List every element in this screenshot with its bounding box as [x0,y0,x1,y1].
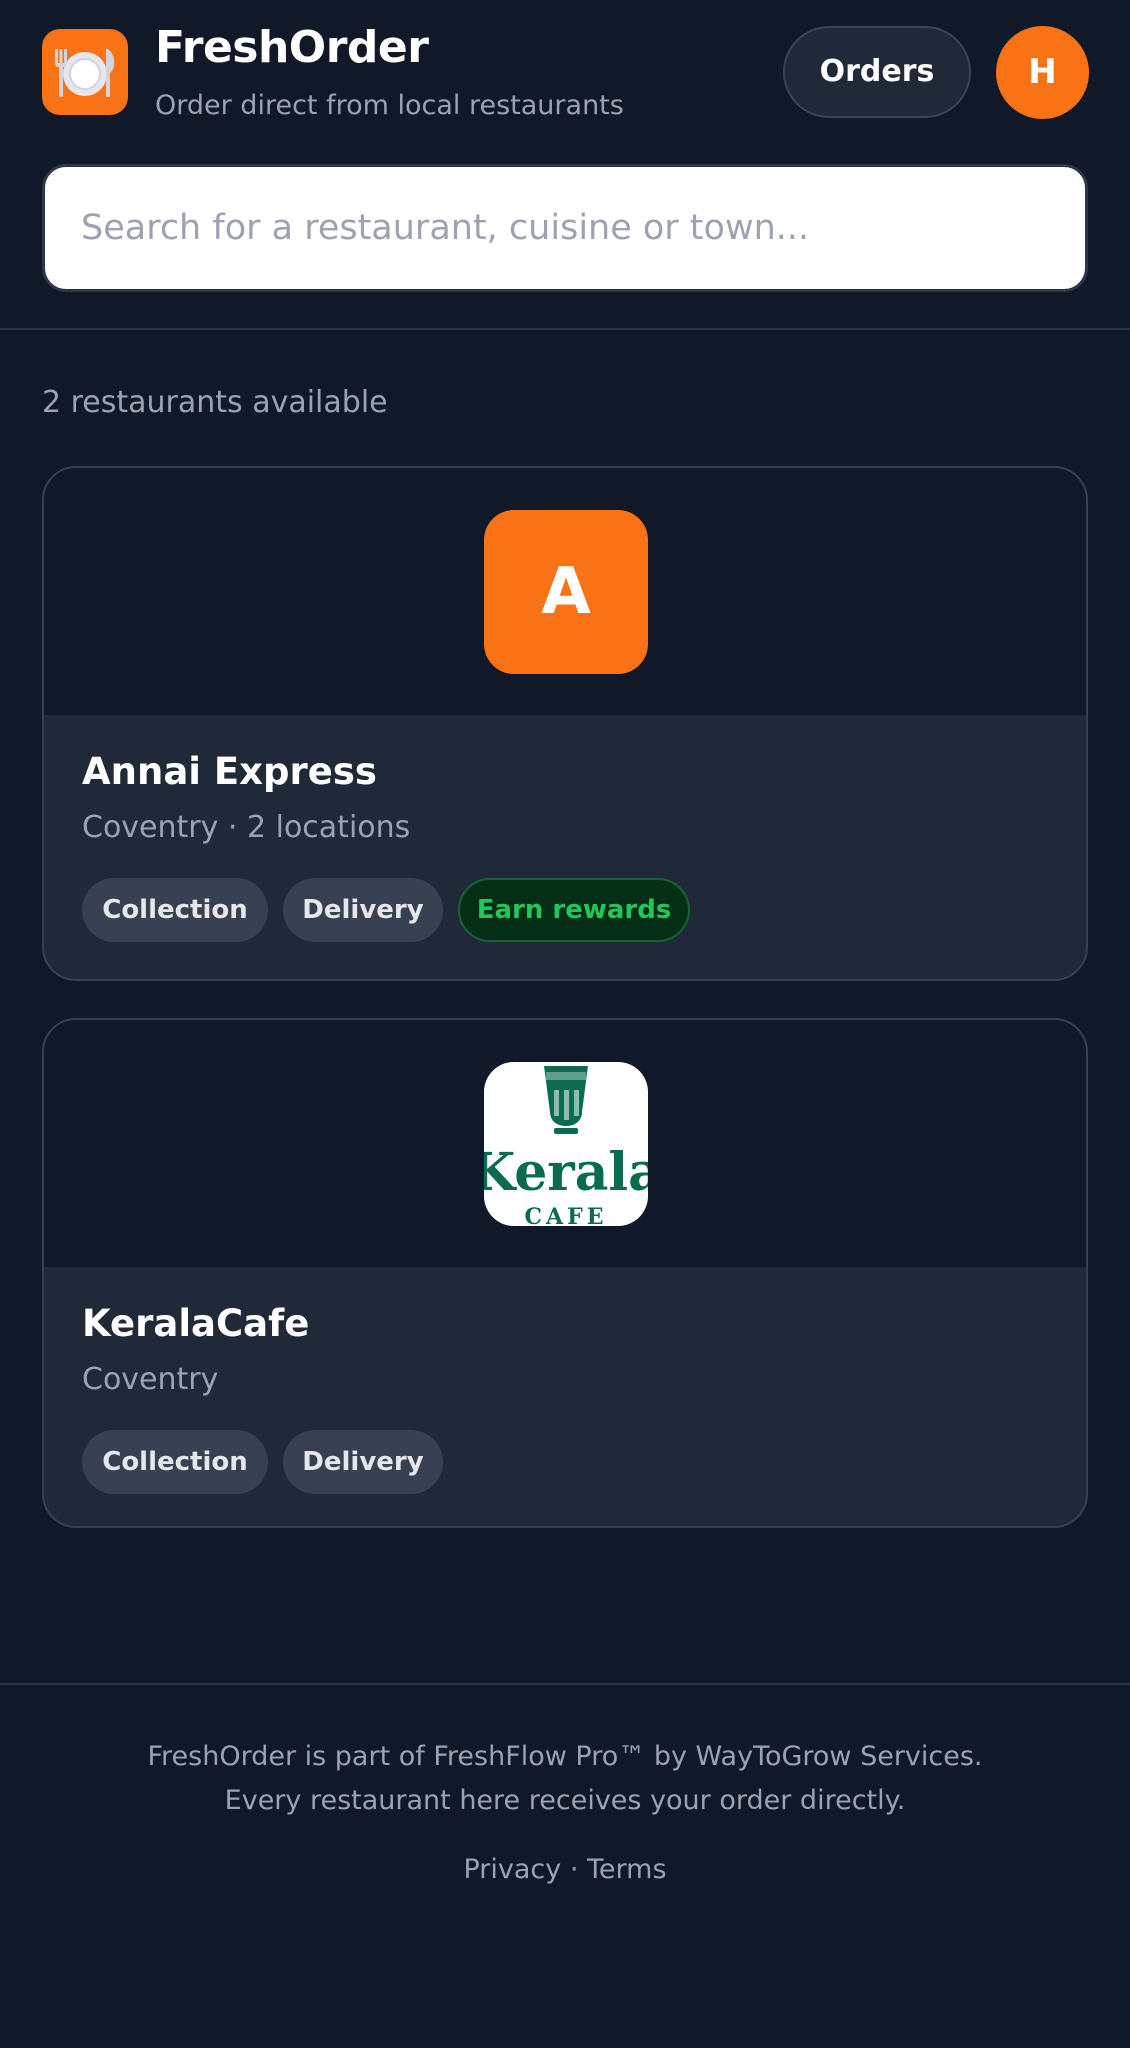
footer-separator: · [569,1854,579,1885]
restaurant-logo: A [484,510,648,674]
restaurant-card-hero: A [44,468,1086,715]
privacy-link[interactable]: Privacy [463,1854,561,1885]
terms-link[interactable]: Terms [587,1854,667,1885]
plate-cutlery-icon[interactable] [42,29,128,115]
footer-note: Every restaurant here receives your orde… [224,1785,906,1816]
restaurant-name: KeralaCafe [82,1302,310,1345]
tag-delivery: Delivery [283,1430,443,1494]
search-box[interactable] [42,164,1088,292]
kerala-logo-text: Kerala [484,1142,648,1203]
footer-links: Privacy · Terms [0,1854,1130,1885]
user-avatar[interactable]: H [996,26,1089,119]
restaurant-location: Coventry [82,1362,219,1397]
tag-collection: Collection [82,878,268,942]
orders-button[interactable]: Orders [783,26,971,118]
app-title: FreshOrder [155,22,429,73]
page-footer: FreshOrder is part of FreshFlow Pro™ by … [0,1683,1130,2048]
tag-delivery: Delivery [283,878,443,942]
app-header: FreshOrder Order direct from local resta… [0,0,1130,330]
kerala-cafe-logo: Kerala CAFE [484,1062,648,1226]
restaurant-card[interactable]: Kerala CAFE KeralaCafe Coventry Collecti… [42,1018,1088,1528]
tag-collection: Collection [82,1430,268,1494]
restaurant-location: Coventry · 2 locations [82,810,411,845]
kerala-logo-subtext: CAFE [525,1204,608,1226]
footer-attribution: FreshOrder is part of FreshFlow Pro™ by … [147,1741,983,1772]
restaurant-card-hero: Kerala CAFE [44,1020,1086,1267]
search-input[interactable] [81,167,1041,289]
restaurant-name: Annai Express [82,750,377,793]
restaurant-card[interactable]: A Annai Express Coventry · 2 locations C… [42,466,1088,981]
app-tagline: Order direct from local restaurants [155,90,624,121]
results-count: 2 restaurants available [42,385,388,420]
tag-earn-rewards: Earn rewards [458,878,690,942]
